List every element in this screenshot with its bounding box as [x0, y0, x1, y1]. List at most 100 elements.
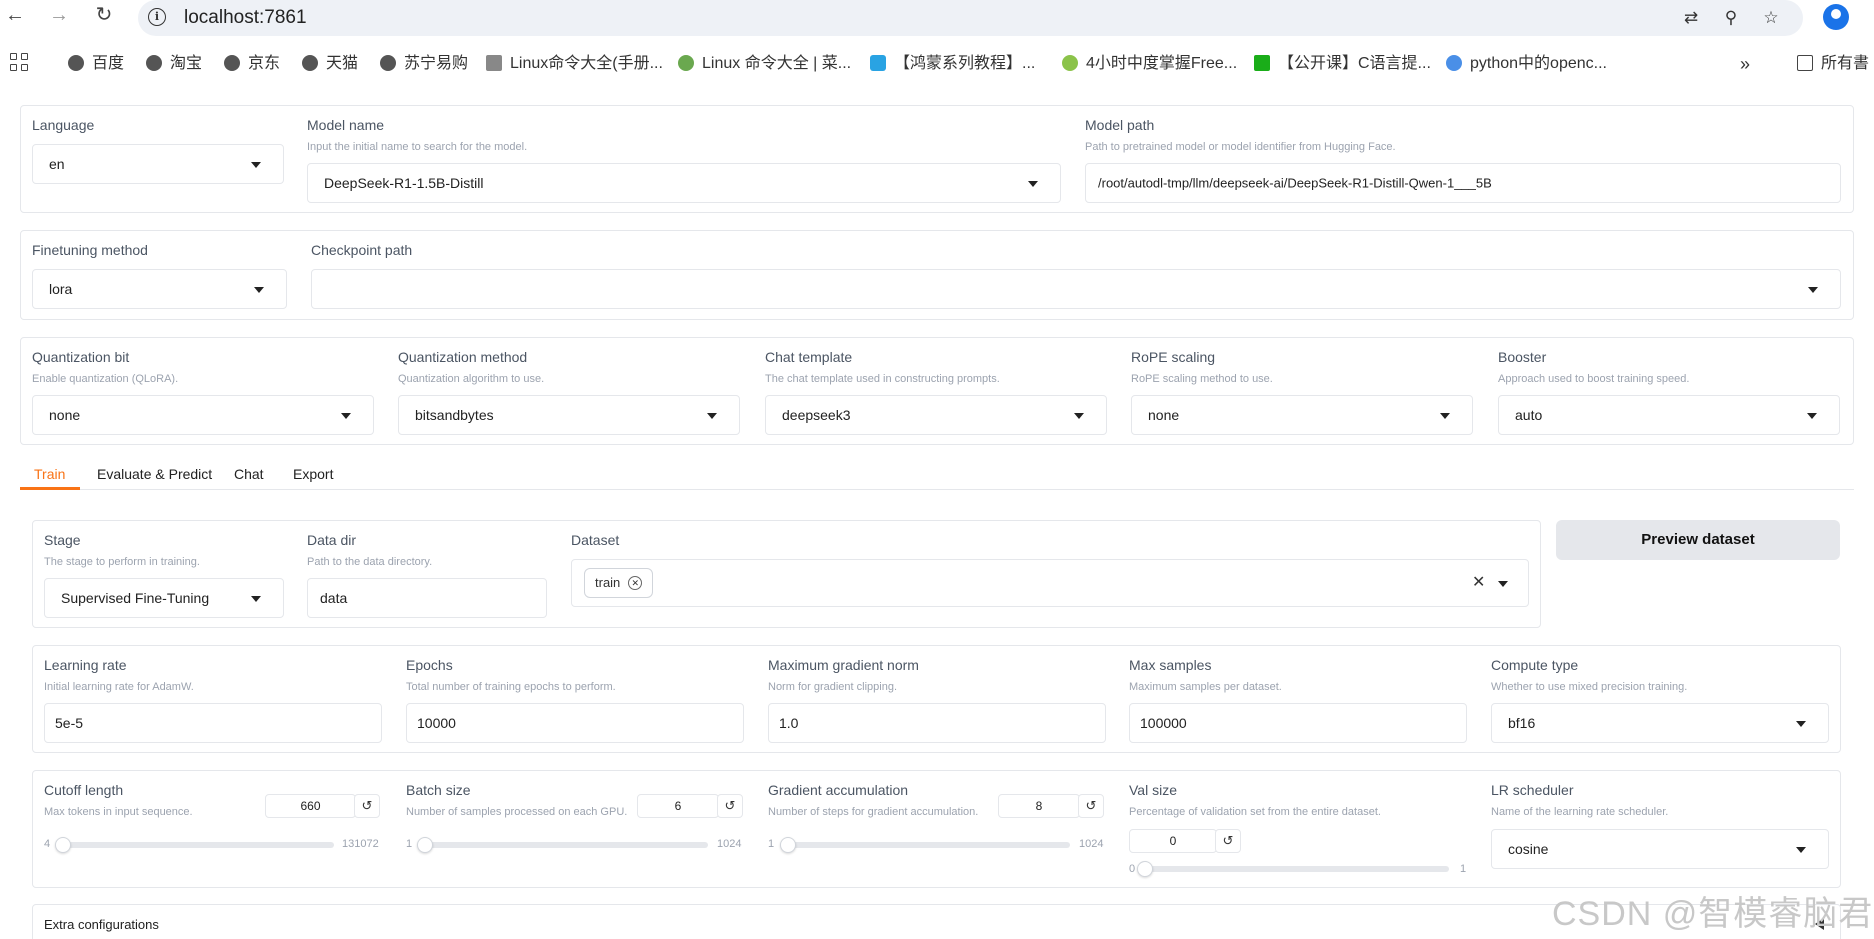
quant-bit-label: Quantization bit: [32, 349, 130, 365]
chat-template-hint: The chat template used in constructing p…: [765, 373, 1000, 385]
dataset-multiselect[interactable]: [571, 559, 1529, 607]
grad-acc-slider-track[interactable]: [786, 842, 1070, 848]
dataset-chip[interactable]: train ✕: [584, 568, 654, 598]
profile-avatar-icon[interactable]: [1823, 4, 1849, 30]
epochs-hint: Total number of training epochs to perfo…: [406, 681, 616, 693]
lr-input[interactable]: 5e-5: [44, 703, 382, 743]
data-dir-hint: Path to the data directory.: [307, 556, 433, 568]
booster-hint: Approach used to boost training speed.: [1498, 373, 1690, 385]
stage-dropdown[interactable]: Supervised Fine-Tuning: [44, 578, 284, 618]
remove-chip-icon[interactable]: ✕: [628, 576, 643, 590]
reload-icon[interactable]: ↻: [93, 4, 115, 26]
quant-method-label: Quantization method: [398, 349, 528, 365]
reset-icon[interactable]: ↺: [1078, 794, 1104, 818]
linux-icon: [486, 55, 502, 71]
grad-acc-number-input[interactable]: 8: [998, 794, 1080, 818]
chevron-down-icon: [341, 413, 351, 419]
bookmark-item[interactable]: 京东: [224, 53, 280, 75]
zoom-icon[interactable]: ⚲: [1720, 7, 1742, 29]
cutoff-number-input[interactable]: 660: [265, 794, 356, 818]
chevron-down-icon: [1498, 581, 1508, 587]
grad-acc-max: 1024: [1079, 838, 1104, 850]
watermark: CSDN @智模睿脑君: [1552, 895, 1874, 933]
address-bar[interactable]: i localhost:7861: [138, 0, 1803, 36]
val-size-slider-thumb[interactable]: [1137, 861, 1153, 877]
globe-icon: [146, 55, 162, 71]
epochs-label: Epochs: [406, 657, 453, 673]
bookmark-item[interactable]: 苏宁易购: [380, 53, 468, 75]
folder-icon: [1797, 55, 1813, 71]
bookmark-star-icon[interactable]: ☆: [1760, 7, 1782, 29]
chevron-down-icon: [1796, 847, 1806, 853]
booster-dropdown[interactable]: auto: [1498, 395, 1840, 435]
chevron-down-icon: [1796, 721, 1806, 727]
rope-dropdown[interactable]: none: [1131, 395, 1473, 435]
data-dir-input[interactable]: data: [307, 578, 547, 618]
val-size-number-input[interactable]: 0: [1129, 829, 1217, 853]
val-size-min: 0: [1129, 863, 1136, 875]
model-name-hint: Input the initial name to search for the…: [307, 141, 528, 153]
site-icon: [1254, 55, 1270, 71]
quant-method-dropdown[interactable]: bitsandbytes: [398, 395, 740, 435]
site-icon: [1062, 55, 1078, 71]
val-size-max: 1: [1460, 863, 1467, 875]
bookmark-item[interactable]: python中的openc...: [1446, 53, 1607, 75]
val-size-slider-track[interactable]: [1145, 866, 1449, 872]
cutoff-slider-track[interactable]: [62, 842, 334, 848]
chevron-down-icon: [251, 162, 261, 168]
cutoff-min: 4: [44, 838, 51, 850]
chevron-down-icon: [1440, 413, 1450, 419]
bookmark-item[interactable]: 百度: [68, 53, 124, 75]
site-info-icon[interactable]: i: [148, 8, 166, 26]
tab-export[interactable]: Export: [293, 466, 333, 482]
chat-template-dropdown[interactable]: deepseek3: [765, 395, 1107, 435]
tab-chat[interactable]: Chat: [234, 466, 264, 482]
finetuning-dropdown[interactable]: lora: [32, 269, 287, 309]
browser-toolbar: ← → ↻ i localhost:7861 ⇄ ⚲ ☆: [0, 0, 1874, 36]
lr-scheduler-dropdown[interactable]: cosine: [1491, 829, 1829, 869]
compute-type-dropdown[interactable]: bf16: [1491, 703, 1829, 743]
checkpoint-dropdown[interactable]: [311, 269, 1841, 309]
more-bookmarks-icon[interactable]: »: [1740, 53, 1750, 75]
batch-max: 1024: [717, 838, 742, 850]
translate-icon[interactable]: ⇄: [1680, 7, 1702, 29]
booster-label: Booster: [1498, 349, 1547, 365]
preview-dataset-button[interactable]: Preview dataset: [1556, 520, 1840, 560]
language-dropdown[interactable]: en: [32, 144, 284, 184]
bookmark-item[interactable]: 淘宝: [146, 53, 202, 75]
bookmark-item[interactable]: 天猫: [302, 53, 358, 75]
clear-selection-icon[interactable]: ✕: [1472, 572, 1485, 592]
max-samples-input[interactable]: 100000: [1129, 703, 1467, 743]
max-samples-hint: Maximum samples per dataset.: [1129, 681, 1282, 693]
reset-icon[interactable]: ↺: [354, 794, 380, 818]
model-name-dropdown[interactable]: DeepSeek-R1-1.5B-Distill: [307, 163, 1061, 203]
batch-slider-track[interactable]: [424, 842, 708, 848]
model-path-input[interactable]: /root/autodl-tmp/llm/deepseek-ai/DeepSee…: [1085, 163, 1841, 203]
finetuning-label: Finetuning method: [32, 242, 148, 258]
chat-template-label: Chat template: [765, 349, 853, 365]
bookmark-item[interactable]: 【鸿蒙系列教程】...: [870, 53, 1035, 75]
bookmark-item[interactable]: Linux命令大全(手册...: [486, 53, 663, 75]
model-path-hint: Path to pretrained model or model identi…: [1085, 141, 1396, 153]
quant-bit-dropdown[interactable]: none: [32, 395, 374, 435]
bookmark-item[interactable]: 【公开课】C语言提...: [1254, 53, 1431, 75]
cutoff-max: 131072: [342, 838, 379, 850]
grad-acc-slider-thumb[interactable]: [779, 837, 796, 853]
forward-icon[interactable]: →: [48, 4, 70, 26]
lr-hint: Initial learning rate for AdamW.: [44, 681, 194, 693]
tab-evaluate[interactable]: Evaluate & Predict: [97, 466, 212, 482]
rope-label: RoPE scaling: [1131, 349, 1216, 365]
bookmark-item[interactable]: Linux 命令大全 | 菜...: [678, 53, 851, 75]
back-icon[interactable]: ←: [4, 4, 26, 26]
extra-config-label: Extra configurations: [44, 917, 159, 932]
globe-icon: [68, 55, 84, 71]
bookmark-item[interactable]: 4小时中度掌握Free...: [1062, 53, 1237, 75]
epochs-input[interactable]: 10000: [406, 703, 744, 743]
batch-number-input[interactable]: 6: [637, 794, 719, 818]
reset-icon[interactable]: ↺: [717, 794, 743, 818]
quant-method-hint: Quantization algorithm to use.: [398, 373, 545, 385]
tab-train[interactable]: Train: [34, 466, 65, 482]
bookmark-folder[interactable]: 所有書: [1797, 53, 1869, 75]
reset-icon[interactable]: ↺: [1215, 829, 1241, 853]
grad-norm-input[interactable]: 1.0: [768, 703, 1106, 743]
